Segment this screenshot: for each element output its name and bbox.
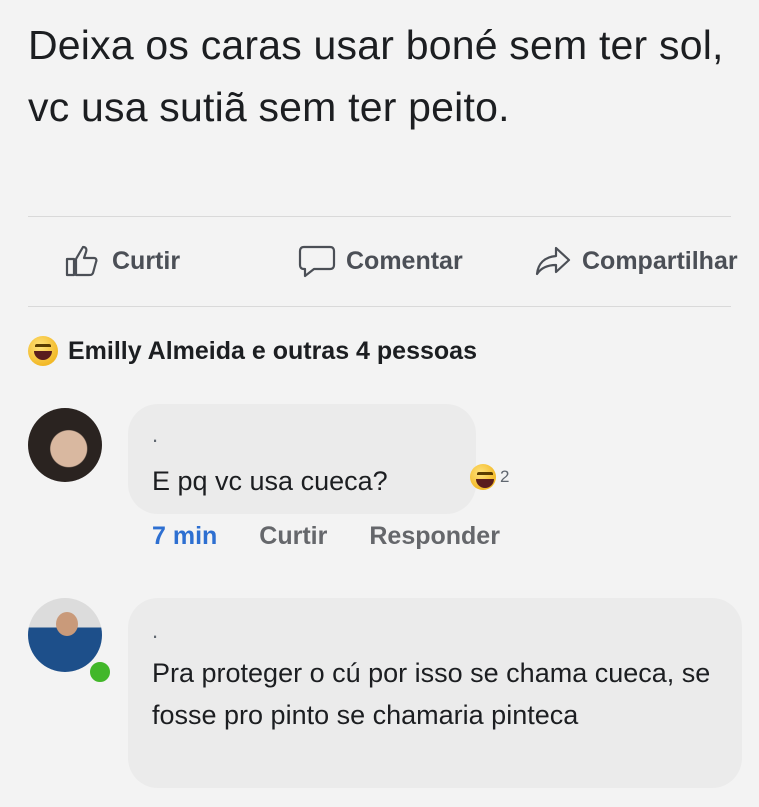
haha-emoji-icon [470, 464, 496, 490]
avatar-face [56, 612, 78, 636]
thumbs-up-icon [65, 245, 98, 277]
comment-1-time: 7 min [152, 522, 218, 550]
divider-top [28, 216, 731, 217]
comment-bubble-icon [298, 245, 336, 278]
comment-1-reaction-count: 2 [500, 467, 510, 486]
comment-1-name-dot: . [152, 422, 159, 447]
divider-bottom [28, 306, 731, 307]
comment-button[interactable]: Comentar [298, 244, 463, 278]
share-label: Compartilhar [582, 246, 738, 275]
comment-1-like-button[interactable]: Curtir [259, 522, 327, 551]
comment-2-name-dot: . [152, 618, 159, 643]
online-status-icon [87, 659, 113, 685]
share-arrow-icon [535, 246, 571, 276]
comment-1-meta: 7 min Curtir Responder [152, 522, 500, 551]
comment-label: Comentar [346, 246, 463, 275]
reactions-summary[interactable]: Emilly Almeida e outras 4 pessoas [28, 336, 477, 366]
comment-2-text: Pra proteger o cú por isso se chama cuec… [152, 658, 711, 730]
reactions-text: Emilly Almeida e outras 4 pessoas [68, 336, 477, 365]
comment-1-reactions[interactable]: 2 [470, 464, 509, 490]
comment-1-text: E pq vc usa cueca? [152, 466, 388, 496]
share-button[interactable]: Compartilhar [534, 244, 738, 278]
like-label: Curtir [112, 246, 181, 275]
haha-emoji-icon [28, 336, 58, 366]
like-button[interactable]: Curtir [64, 244, 180, 278]
post-actions-bar: Curtir Comentar Compartilhar [0, 236, 759, 292]
commenter-avatar-1[interactable] [28, 408, 102, 482]
comment-1-reply-button[interactable]: Responder [369, 522, 500, 551]
post-text: Deixa os caras usar boné sem ter sol, vc… [28, 22, 724, 130]
